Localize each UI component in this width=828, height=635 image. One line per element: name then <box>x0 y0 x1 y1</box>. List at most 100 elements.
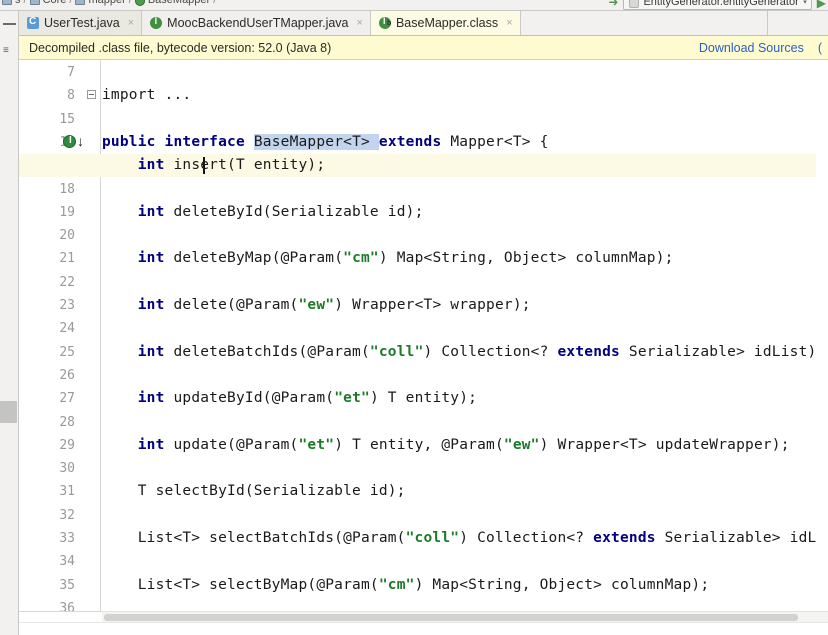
code-line[interactable]: List<T> selectByMap(@Param("cm") Map<Str… <box>102 574 709 597</box>
run-toolbar: ➜ EntityGenerator.entityGenerator ▾ ▶ <box>608 0 826 10</box>
run-button[interactable]: ▶ <box>817 0 826 9</box>
gutter-row: 34 <box>19 550 83 573</box>
ide-window: s / Core / mapper / BaseMapper / ➜ EntityGenera… <box>0 0 828 635</box>
line-number: 21 <box>59 251 75 267</box>
gutter-row: 20 <box>19 224 83 247</box>
code-line[interactable]: T selectById(Serializable id); <box>102 480 406 503</box>
editor-tab-moocbackendusertmapper-java[interactable]: MoocBackendUserTMapper.java × <box>142 11 371 35</box>
code-token: int <box>137 297 165 313</box>
code-token: "cm" <box>343 250 379 267</box>
code-line[interactable]: int deleteByMap(@Param("cm") Map<String,… <box>102 247 674 270</box>
code-text-area[interactable]: import ... public interface BaseMapper<T>… <box>19 60 828 611</box>
breadcrumb-label: BaseMapper <box>147 0 211 6</box>
code-token: "coll" <box>369 343 424 360</box>
line-number: 8 <box>67 88 75 104</box>
run-configuration-selector[interactable]: EntityGenerator.entityGenerator ▾ <box>623 0 812 10</box>
code-editor[interactable]: 781516↓171819202122232425262728293031323… <box>19 60 828 635</box>
line-number: 33 <box>59 531 75 546</box>
breadcrumb-label: mapper <box>88 0 126 6</box>
editor-tab-basemapper-class[interactable]: BaseMapper.class × <box>370 11 521 35</box>
java-interface-icon <box>150 16 163 29</box>
code-token: "coll" <box>405 530 460 546</box>
breadcrumb-item-mapper[interactable]: mapper <box>75 0 126 6</box>
run-config-icon <box>629 0 640 8</box>
structure-icon[interactable]: ≡ <box>3 45 9 56</box>
fold-collapsed-icon[interactable] <box>87 90 96 100</box>
code-token: delete(@Param( <box>164 297 299 313</box>
close-icon[interactable]: × <box>357 17 363 29</box>
gutter-row: 7 <box>19 61 83 84</box>
code-token: int <box>137 436 165 453</box>
close-icon[interactable]: × <box>506 17 512 29</box>
line-number-gutter: 781516↓171819202122232425262728293031323… <box>19 60 85 616</box>
code-token: int <box>137 203 165 220</box>
line-number: 34 <box>59 554 75 570</box>
text-caret <box>203 157 205 175</box>
breadcrumb-separator: / <box>213 0 217 6</box>
implemented-interface-icon[interactable]: ↓ <box>63 133 85 150</box>
code-token: update(@Param( <box>164 436 299 453</box>
line-number: 24 <box>59 321 75 337</box>
code-token: List<T> selectBatchIds(@Param( <box>102 530 406 546</box>
breadcrumb-item-basemapper[interactable]: BaseMapper <box>134 0 211 6</box>
tab-bar-empty-area <box>520 11 768 35</box>
gutter-row: 29 <box>19 434 83 457</box>
code-token: ) Collection<? <box>423 343 558 360</box>
code-line[interactable]: import ... <box>102 84 191 107</box>
code-token: "cm" <box>378 576 415 593</box>
code-token: int <box>137 343 165 360</box>
breadcrumb-item-s[interactable]: s <box>2 0 21 6</box>
line-number: 22 <box>59 274 75 290</box>
fold-gutter[interactable] <box>83 60 101 611</box>
collapse-icon[interactable] <box>3 23 16 25</box>
class-icon <box>134 0 145 6</box>
breadcrumb-label: s <box>15 0 21 6</box>
decompiled-notification-banner: Decompiled .class file, bytecode version… <box>19 36 828 60</box>
code-line[interactable]: int deleteById(Serializable id); <box>102 201 424 224</box>
download-sources-link[interactable]: Download Sources <box>699 41 804 55</box>
editor-tab-usertest-java[interactable]: UserTest.java × <box>19 11 143 35</box>
line-number: 7 <box>67 65 75 80</box>
horizontal-scrollbar[interactable] <box>102 611 828 622</box>
tab-bar-right-area <box>768 11 828 35</box>
code-token: int <box>137 250 165 267</box>
code-token: ) Wrapper<T> updateWrapper); <box>539 436 790 453</box>
code-line[interactable]: int update(@Param("et") T entity, @Param… <box>102 434 790 457</box>
code-token: ) Wrapper<T> wrapper); <box>334 297 531 313</box>
gutter-row: 23 <box>19 294 83 317</box>
code-line[interactable]: List<T> selectBatchIds(@Param("coll") Co… <box>102 527 828 550</box>
code-token: import ... <box>102 87 192 104</box>
horizontal-scrollbar-thumb[interactable] <box>104 614 798 621</box>
line-number: 23 <box>59 298 75 313</box>
code-line[interactable]: int delete(@Param("ew") Wrapper<T> wrapp… <box>102 294 531 317</box>
folder-icon <box>29 0 40 5</box>
code-token: insert(T entity); <box>164 157 326 174</box>
breadcrumb-item-core[interactable]: Core <box>29 0 66 6</box>
code-token: BaseMapper <box>253 133 344 150</box>
code-line[interactable]: public interface BaseMapper<T> extends M… <box>102 131 549 154</box>
line-number: 36 <box>59 600 75 616</box>
gutter-row: 21 <box>19 247 83 270</box>
error-stripe[interactable] <box>816 60 828 611</box>
banner-message: Decompiled .class file, bytecode version… <box>29 40 332 55</box>
code-token: Serializable> idList); <box>664 530 828 546</box>
close-icon[interactable]: × <box>128 17 134 29</box>
editor-tab-bar: UserTest.java×MoocBackendUserTMapper.jav… <box>19 11 828 36</box>
code-token: <T> <box>343 133 379 150</box>
gutter-row: 8 <box>19 84 83 107</box>
code-token: deleteByMap(@Param( <box>164 250 344 267</box>
code-line[interactable]: int insert(T entity); <box>102 154 325 177</box>
vertical-scrollbar-thumb[interactable] <box>0 401 17 423</box>
gutter-row: 31 <box>19 480 83 503</box>
code-line[interactable]: int updateById(@Param("et") T entity); <box>102 387 477 410</box>
code-line[interactable]: int deleteBatchIds(@Param("coll") Collec… <box>102 341 825 364</box>
line-number: 20 <box>59 228 75 244</box>
left-tool-strip: ≡ <box>0 11 19 635</box>
code-token: deleteById(Serializable id); <box>164 203 424 220</box>
chevron-down-icon[interactable]: ▾ <box>803 0 807 8</box>
